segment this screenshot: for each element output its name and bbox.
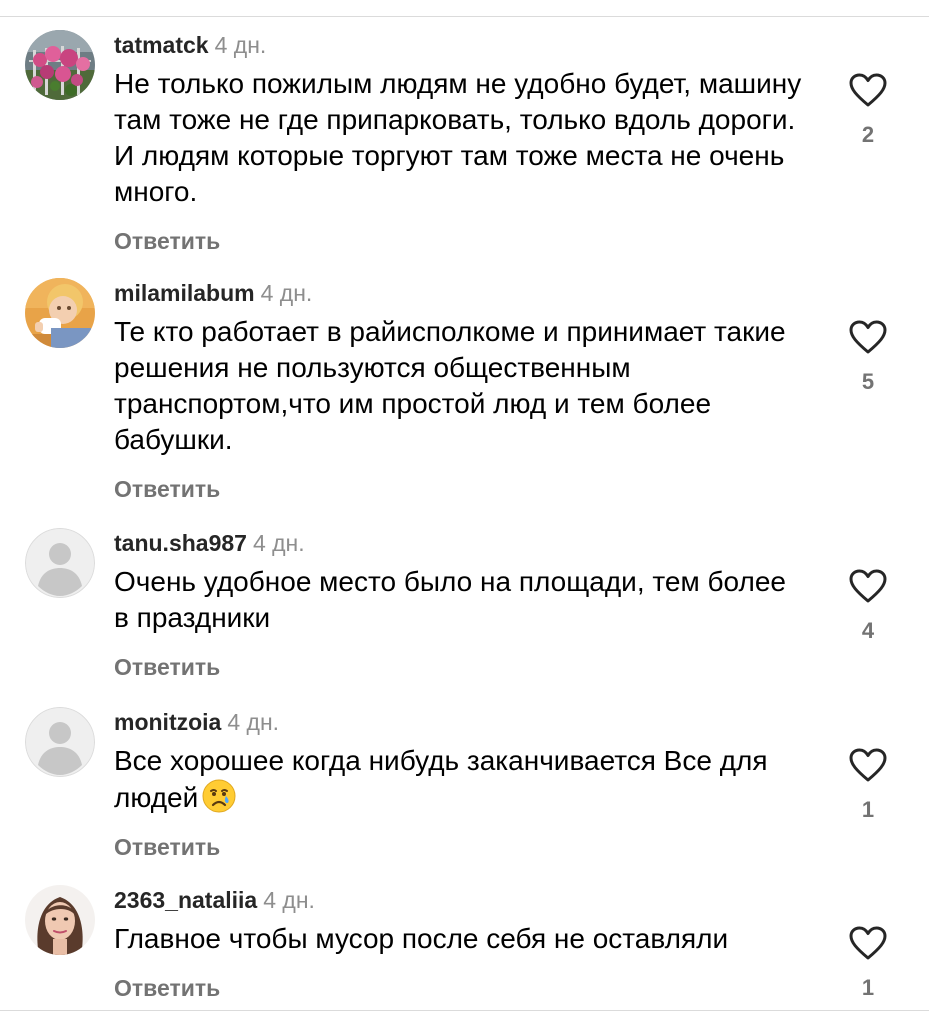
avatar[interactable]: [25, 707, 95, 777]
timestamp: 4 дн.: [252, 530, 305, 556]
heart-icon[interactable]: [848, 72, 888, 108]
like-count: 2: [861, 122, 875, 147]
bottom-divider: [0, 1010, 929, 1011]
avatar[interactable]: [25, 278, 95, 348]
like-count: 1: [861, 975, 875, 1000]
reply-button[interactable]: Ответить: [114, 973, 814, 1003]
heart-icon[interactable]: [848, 925, 888, 961]
timestamp: 4 дн.: [227, 709, 280, 735]
comment-text: Главное чтобы мусор после себя не оставл…: [114, 923, 729, 954]
avatar[interactable]: [25, 528, 95, 598]
reply-button[interactable]: Ответить: [114, 226, 814, 256]
comment-text: Не только пожилым людям не удобно будет,…: [114, 68, 802, 207]
default-user-icon: [25, 707, 95, 777]
like-count: 1: [861, 797, 875, 822]
comment-text: Те кто работает в райисполкоме и принима…: [114, 316, 786, 455]
heart-icon[interactable]: [848, 747, 888, 783]
heart-icon[interactable]: [848, 319, 888, 355]
top-divider: [0, 16, 929, 17]
like-count: 5: [861, 369, 875, 394]
comment-text: Очень удобное место было на площади, тем…: [114, 566, 786, 633]
timestamp: 4 дн.: [263, 887, 315, 913]
username[interactable]: tanu.sha987: [114, 530, 247, 556]
flowers-photo-icon: [25, 30, 95, 100]
like-count: 4: [861, 618, 875, 643]
default-user-icon: [25, 528, 95, 598]
avatar[interactable]: [25, 885, 95, 955]
crying-face-emoji-icon: [202, 779, 236, 813]
username[interactable]: monitzoia: [114, 709, 221, 735]
avatar[interactable]: [25, 30, 95, 100]
child-photo-icon: [25, 278, 95, 348]
username[interactable]: milamilabum: [114, 280, 255, 306]
timestamp: 4 дн.: [214, 32, 267, 58]
reply-button[interactable]: Ответить: [114, 832, 814, 862]
reply-button[interactable]: Ответить: [114, 652, 814, 682]
username[interactable]: tatmatck: [114, 32, 209, 58]
woman-photo-icon: [25, 885, 95, 955]
reply-button[interactable]: Ответить: [114, 474, 814, 504]
username[interactable]: 2363_nataliia: [114, 887, 257, 913]
timestamp: 4 дн.: [260, 280, 313, 306]
heart-icon[interactable]: [848, 568, 888, 604]
comment-text: Все хорошее когда нибудь заканчивается В…: [114, 743, 804, 816]
